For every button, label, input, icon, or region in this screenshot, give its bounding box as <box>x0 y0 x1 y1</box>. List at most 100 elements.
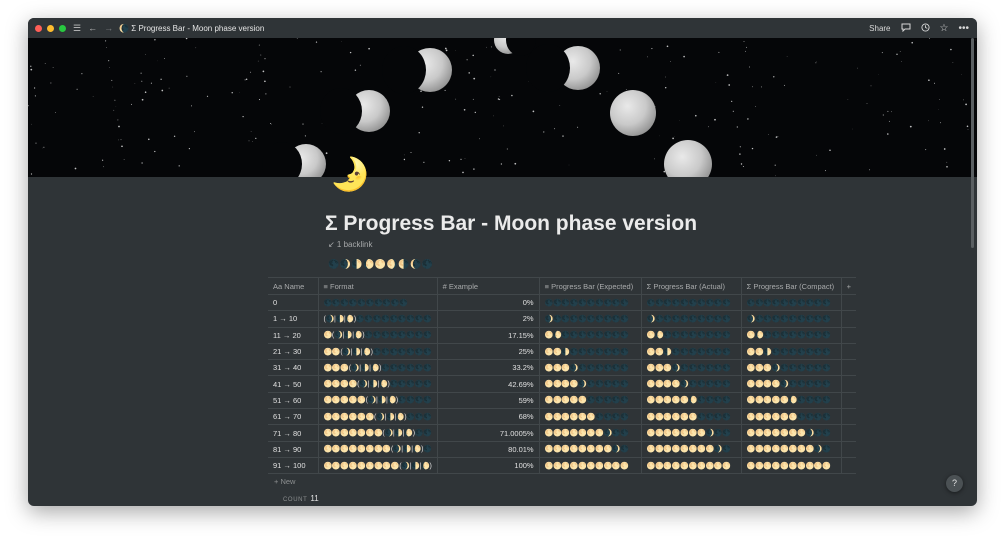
table-row[interactable]: 41 → 50 🌕🌕🌕🌕(🌒|🌓|🌔)🌑🌑🌑🌑🌑 42.69% 🌕🌕🌕🌕🌒🌑🌑🌑🌑🌑 🌕… <box>268 375 856 393</box>
cell-example[interactable]: 33.2% <box>437 359 540 377</box>
cell-compact[interactable]: 🌕🌔🌑🌑🌑🌑🌑🌑🌑🌑 <box>741 327 842 344</box>
cell-actual[interactable]: 🌑🌑🌑🌑🌑🌑🌑🌑🌑🌑 <box>641 294 742 312</box>
cell-format[interactable]: 🌕🌕(🌒|🌓|🌔)🌑🌑🌑🌑🌑🌑🌑 <box>318 343 438 361</box>
table-row[interactable]: 61 → 70 🌕🌕🌕🌕🌕🌕(🌒|🌓|🌔)🌑🌑🌑 68% 🌕🌕🌕🌕🌕🌕🌑🌑🌑🌑 🌕🌕🌕🌕… <box>268 408 856 426</box>
cell-example[interactable]: 42.69% <box>437 375 540 393</box>
cell-name[interactable]: 71 → 80 <box>268 424 319 442</box>
minimize-window-button[interactable] <box>47 24 54 32</box>
column-header-name[interactable]: Aa Name <box>268 277 319 295</box>
cell-actual[interactable]: 🌕🌕🌓🌑🌑🌑🌑🌑🌑🌑 <box>641 343 742 361</box>
cell-name[interactable]: 31 → 40 <box>268 359 319 377</box>
cell-format[interactable]: (🌒|🌓|🌔)🌑🌑🌑🌑🌑🌑🌑🌑🌑 <box>318 310 438 328</box>
cell-expected[interactable]: 🌕🌕🌓🌑🌑🌑🌑🌑🌑🌑 <box>539 343 642 361</box>
cell-expected[interactable]: 🌕🌕🌕🌒🌑🌑🌑🌑🌑🌑 <box>539 359 642 377</box>
clock-icon[interactable] <box>920 22 930 34</box>
cell-actual[interactable]: 🌒🌑🌑🌑🌑🌑🌑🌑🌑🌑 <box>641 310 742 328</box>
cell-actual[interactable]: 🌕🌕🌕🌕🌕🌕🌕🌕🌒🌑 <box>641 441 742 458</box>
cell-example[interactable]: 25% <box>437 343 540 361</box>
cell-name[interactable]: 21 → 30 <box>268 343 319 361</box>
cell-example[interactable]: 68% <box>437 408 540 426</box>
breadcrumb[interactable]: 🌘 Σ Progress Bar - Moon phase version <box>119 24 264 33</box>
cell-compact[interactable]: 🌕🌕🌕🌕🌕🌕🌕🌕🌕🌕 <box>741 457 842 475</box>
close-window-button[interactable] <box>35 24 42 32</box>
cell-name[interactable]: 81 → 90 <box>268 441 319 458</box>
cell-format[interactable]: 🌕🌕🌕🌕🌕🌕(🌒|🌓|🌔)🌑🌑🌑 <box>318 408 438 426</box>
table-row[interactable]: 31 → 40 🌕🌕🌕(🌒|🌓|🌔)🌑🌑🌑🌑🌑🌑 33.2% 🌕🌕🌕🌒🌑🌑🌑🌑🌑🌑 🌕🌕… <box>268 359 856 377</box>
cell-actual[interactable]: 🌕🌕🌕🌕🌕🌕🌑🌑🌑🌑 <box>641 408 742 426</box>
cell-compact[interactable]: 🌑🌑🌑🌑🌑🌑🌑🌑🌑🌑 <box>741 294 842 312</box>
cell-actual[interactable]: 🌕🌕🌕🌕🌒🌑🌑🌑🌑🌑 <box>641 375 742 393</box>
cell-expected[interactable]: 🌒🌑🌑🌑🌑🌑🌑🌑🌑🌑 <box>539 310 642 328</box>
cell-format[interactable]: 🌕(🌒|🌓|🌔)🌑🌑🌑🌑🌑🌑🌑🌑 <box>318 327 438 344</box>
cell-expected[interactable]: 🌕🌔🌑🌑🌑🌑🌑🌑🌑🌑 <box>539 327 642 344</box>
comment-icon[interactable] <box>901 23 911 34</box>
star-icon[interactable]: ☆ <box>940 23 949 34</box>
column-header-expected[interactable]: ≡ Progress Bar (Expected) <box>539 277 642 295</box>
cell-actual[interactable]: 🌕🌕🌕🌕🌕🌕🌕🌕🌕🌕 <box>641 457 742 475</box>
table-row[interactable]: 0 🌑🌑🌑🌑🌑🌑🌑🌑🌑🌑 0% 🌑🌑🌑🌑🌑🌑🌑🌑🌑🌑 🌑🌑🌑🌑🌑🌑🌑🌑🌑🌑 🌑🌑🌑🌑🌑🌑🌑… <box>268 294 856 312</box>
table-row[interactable]: 1 → 10 (🌒|🌓|🌔)🌑🌑🌑🌑🌑🌑🌑🌑🌑 2% 🌒🌑🌑🌑🌑🌑🌑🌑🌑🌑 🌒🌑🌑🌑🌑🌑… <box>268 310 856 328</box>
cell-format[interactable]: 🌕🌕🌕(🌒|🌓|🌔)🌑🌑🌑🌑🌑🌑 <box>318 359 438 377</box>
cell-format[interactable]: 🌕🌕🌕🌕🌕🌕🌕🌕(🌒|🌓|🌔)🌑 <box>318 441 438 458</box>
cell-compact[interactable]: 🌕🌕🌕🌕🌒🌑🌑🌑🌑🌑 <box>741 375 842 393</box>
cell-example[interactable]: 80.01% <box>437 441 540 458</box>
share-button[interactable]: Share <box>869 24 890 33</box>
scrollbar[interactable] <box>971 38 974 248</box>
cell-example[interactable]: 100% <box>437 457 540 475</box>
back-arrow-icon[interactable]: ← <box>88 18 97 38</box>
table-row[interactable]: 11 → 20 🌕(🌒|🌓|🌔)🌑🌑🌑🌑🌑🌑🌑🌑 17.15% 🌕🌔🌑🌑🌑🌑🌑🌑🌑🌑 🌕… <box>268 327 856 344</box>
cell-example[interactable]: 0% <box>437 294 540 312</box>
cell-example[interactable]: 71.0005% <box>437 424 540 442</box>
help-button[interactable]: ? <box>946 475 963 492</box>
cell-actual[interactable]: 🌕🌔🌑🌑🌑🌑🌑🌑🌑🌑 <box>641 327 742 344</box>
cell-name[interactable]: 41 → 50 <box>268 375 319 393</box>
column-header-compact[interactable]: Σ Progress Bar (Compact) <box>741 277 842 295</box>
table-row[interactable]: 81 → 90 🌕🌕🌕🌕🌕🌕🌕🌕(🌒|🌓|🌔)🌑 80.01% 🌕🌕🌕🌕🌕🌕🌕🌕🌒🌑 🌕… <box>268 441 856 458</box>
cell-format[interactable]: 🌕🌕🌕🌕🌕🌕🌕🌕🌕(🌒|🌓|🌔) <box>318 457 438 475</box>
cell-expected[interactable]: 🌕🌕🌕🌕🌕🌕🌕🌕🌒🌑 <box>539 441 642 458</box>
page-icon[interactable]: 🌛 <box>330 154 370 194</box>
cell-expected[interactable]: 🌕🌕🌕🌕🌒🌑🌑🌑🌑🌑 <box>539 375 642 393</box>
cell-example[interactable]: 2% <box>437 310 540 328</box>
cell-example[interactable]: 59% <box>437 392 540 410</box>
maximize-window-button[interactable] <box>59 24 66 32</box>
new-row-button[interactable]: + New <box>274 477 295 486</box>
menu-icon[interactable]: ☰ <box>73 18 81 38</box>
cell-expected[interactable]: 🌑🌑🌑🌑🌑🌑🌑🌑🌑🌑 <box>539 294 642 312</box>
cell-compact[interactable]: 🌕🌕🌕🌕🌕🌕🌕🌒🌑🌑 <box>741 424 842 442</box>
column-header-actual[interactable]: Σ Progress Bar (Actual) <box>641 277 742 295</box>
cell-compact[interactable]: 🌕🌕🌓🌑🌑🌑🌑🌑🌑🌑 <box>741 343 842 361</box>
column-header-example[interactable]: # Example <box>437 277 540 295</box>
cell-expected[interactable]: 🌕🌕🌕🌕🌕🌕🌕🌒🌑🌑 <box>539 424 642 442</box>
table-row[interactable]: 91 → 100 🌕🌕🌕🌕🌕🌕🌕🌕🌕(🌒|🌓|🌔) 100% 🌕🌕🌕🌕🌕🌕🌕🌕🌕🌕 🌕🌕… <box>268 457 856 475</box>
more-icon[interactable]: ••• <box>958 23 969 34</box>
cell-format[interactable]: 🌑🌑🌑🌑🌑🌑🌑🌑🌑🌑 <box>318 294 438 312</box>
add-column-button[interactable]: + <box>841 277 856 295</box>
cell-compact[interactable]: 🌕🌕🌕🌕🌕🌕🌕🌕🌒🌑 <box>741 441 842 458</box>
cell-compact[interactable]: 🌕🌕🌕🌕🌕🌔🌑🌑🌑🌑 <box>741 392 842 410</box>
table-row[interactable]: 71 → 80 🌕🌕🌕🌕🌕🌕🌕(🌒|🌓|🌔)🌑🌑 71.0005% 🌕🌕🌕🌕🌕🌕🌕🌒🌑… <box>268 424 856 442</box>
cell-expected[interactable]: 🌕🌕🌕🌕🌕🌕🌑🌑🌑🌑 <box>539 408 642 426</box>
cell-format[interactable]: 🌕🌕🌕🌕🌕🌕🌕(🌒|🌓|🌔)🌑🌑 <box>318 424 438 442</box>
page-title[interactable]: Σ Progress Bar - Moon phase version <box>325 212 697 236</box>
cell-format[interactable]: 🌕🌕🌕🌕🌕(🌒|🌓|🌔)🌑🌑🌑🌑 <box>318 392 438 410</box>
cell-expected[interactable]: 🌕🌕🌕🌕🌕🌑🌑🌑🌑🌑 <box>539 392 642 410</box>
cell-name[interactable]: 1 → 10 <box>268 310 319 328</box>
backlink-link[interactable]: ↙ 1 backlink <box>328 240 373 249</box>
forward-arrow-icon[interactable]: → <box>104 18 113 38</box>
cell-name[interactable]: 61 → 70 <box>268 408 319 426</box>
cell-name[interactable]: 91 → 100 <box>268 457 319 475</box>
table-row[interactable]: 21 → 30 🌕🌕(🌒|🌓|🌔)🌑🌑🌑🌑🌑🌑🌑 25% 🌕🌕🌓🌑🌑🌑🌑🌑🌑🌑 🌕🌕🌓🌑… <box>268 343 856 361</box>
cell-actual[interactable]: 🌕🌕🌕🌕🌕🌔🌑🌑🌑🌑 <box>641 392 742 410</box>
cell-actual[interactable]: 🌕🌕🌕🌕🌕🌕🌕🌒🌑🌑 <box>641 424 742 442</box>
table-row[interactable]: 51 → 60 🌕🌕🌕🌕🌕(🌒|🌓|🌔)🌑🌑🌑🌑 59% 🌕🌕🌕🌕🌕🌑🌑🌑🌑🌑 🌕🌕🌕🌕… <box>268 392 856 410</box>
cell-name[interactable]: 11 → 20 <box>268 327 319 344</box>
cell-actual[interactable]: 🌕🌕🌕🌒🌑🌑🌑🌑🌑🌑 <box>641 359 742 377</box>
cell-example[interactable]: 17.15% <box>437 327 540 344</box>
cell-format[interactable]: 🌕🌕🌕🌕(🌒|🌓|🌔)🌑🌑🌑🌑🌑 <box>318 375 438 393</box>
cell-compact[interactable]: 🌒🌑🌑🌑🌑🌑🌑🌑🌑🌑 <box>741 310 842 328</box>
cell-compact[interactable]: 🌕🌕🌕🌒🌑🌑🌑🌑🌑🌑 <box>741 359 842 377</box>
column-header-format[interactable]: ≡ Format <box>318 277 438 295</box>
cell-expected[interactable]: 🌕🌕🌕🌕🌕🌕🌕🌕🌕🌕 <box>539 457 642 475</box>
cell-compact[interactable]: 🌕🌕🌕🌕🌕🌕🌑🌑🌑🌑 <box>741 408 842 426</box>
